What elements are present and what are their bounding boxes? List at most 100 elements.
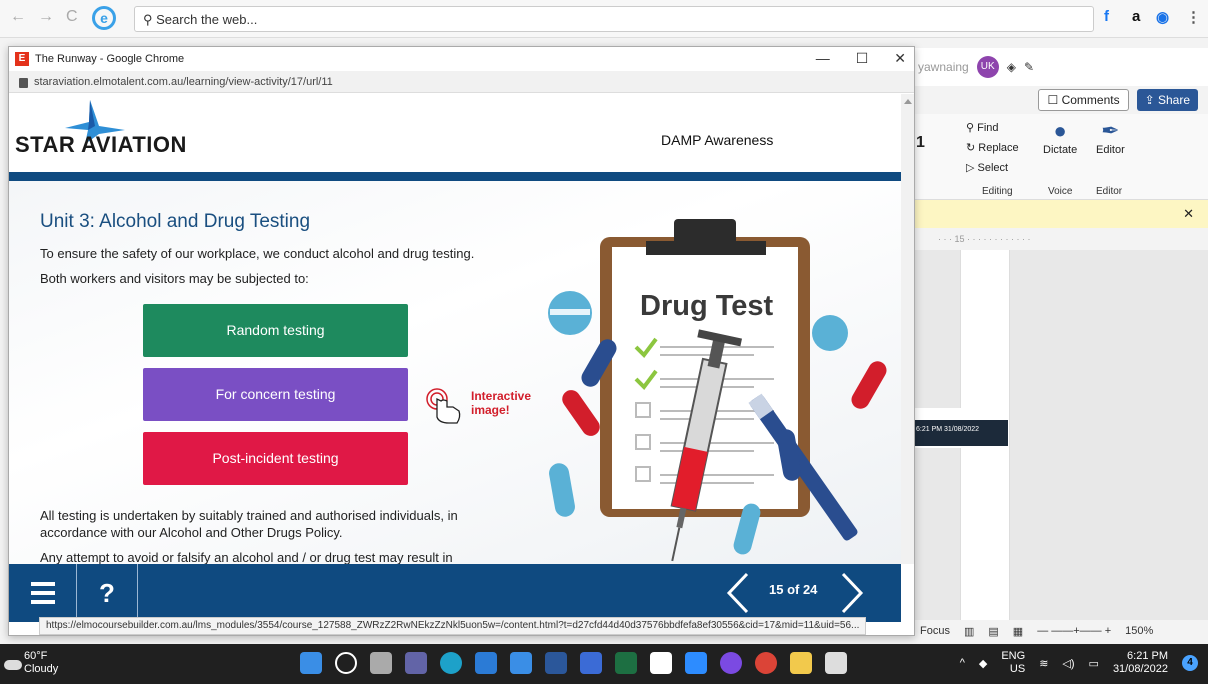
search-placeholder: Search the web...	[156, 12, 258, 27]
drug-test-image[interactable]: Drug Test	[534, 219, 894, 564]
random-testing-button[interactable]: Random testing	[143, 304, 408, 357]
security-icon[interactable]: ◆	[979, 657, 987, 670]
internet-explorer-icon[interactable]: e	[92, 6, 116, 30]
zoom-level[interactable]: 150%	[1125, 625, 1153, 637]
tap-hand-icon	[426, 388, 461, 424]
window-controls: — ☐ ✕	[816, 50, 906, 67]
file-explorer-icon[interactable]	[790, 652, 812, 674]
chrome-titlebar: E The Runway - Google Chrome — ☐ ✕	[9, 47, 914, 71]
excel-icon[interactable]	[615, 652, 637, 674]
username: yawnaing	[918, 60, 969, 74]
hamburger-icon	[30, 582, 55, 586]
url-text: staraviation.elmotalent.com.au/learning/…	[34, 75, 333, 88]
post-incident-testing-button[interactable]: Post-incident testing	[143, 432, 408, 485]
ruler: · · · 15 · · · · · · · · · · · ·	[910, 228, 1208, 250]
chat-icon[interactable]	[405, 652, 427, 674]
body-text-2: Any attempt to avoid or falsify an alcoh…	[40, 550, 453, 564]
print-layout-icon[interactable]: ▤	[988, 625, 998, 638]
address-bar[interactable]: staraviation.elmotalent.com.au/learning/…	[9, 71, 914, 93]
share-button[interactable]: ⇪ Share	[1136, 89, 1198, 111]
forward-icon[interactable]: →	[38, 8, 54, 26]
clock[interactable]: 6:21 PM 31/08/2022	[1113, 650, 1168, 676]
focus-label[interactable]: Focus	[920, 625, 950, 637]
course-header: STAR AVIATION DAMP Awareness	[9, 94, 901, 172]
prev-page-button[interactable]	[725, 572, 751, 614]
select-button[interactable]: ▷ Select	[966, 158, 1019, 178]
nav-buttons: ← → C	[10, 8, 78, 26]
editor-button[interactable]: ✒ Editor	[1096, 118, 1125, 156]
group-editor-label: Editor	[1096, 186, 1123, 197]
chevron-up-icon[interactable]: ^	[960, 657, 965, 669]
search-icon: ⚲	[143, 12, 157, 27]
search-input[interactable]: ⚲ Search the web...	[134, 6, 1094, 32]
intro-text-2: Both workers and visitors may be subject…	[40, 271, 309, 286]
close-icon[interactable]: ✕	[1183, 206, 1194, 222]
help-button[interactable]: ?	[77, 564, 138, 622]
search-icon[interactable]	[335, 652, 357, 674]
date: 31/08/2022	[1112, 663, 1168, 675]
close-icon[interactable]: ✕	[894, 50, 906, 67]
bolt-icon[interactable]	[650, 652, 672, 674]
maximize-icon[interactable]: ☐	[856, 50, 869, 67]
find-button[interactable]: ⚲ Find	[966, 118, 1019, 138]
extension-icon[interactable]: ◉	[1156, 8, 1169, 26]
weather-widget[interactable]: 60°F Cloudy	[24, 650, 58, 676]
unit-title: Unit 3: Alcohol and Drug Testing	[40, 211, 311, 232]
battery-icon[interactable]: ▭	[1089, 657, 1099, 670]
editing-group: ⚲ Find ↻ Replace ▷ Select	[966, 118, 1019, 178]
zoom-icon[interactable]	[685, 652, 707, 674]
body-text-1: All testing is undertaken by suitably tr…	[40, 508, 458, 540]
more-icon[interactable]: ⋮	[1186, 8, 1201, 26]
course-viewport: STAR AVIATION DAMP Awareness Unit 3: Alc…	[9, 94, 901, 564]
group-editing-label: Editing	[982, 186, 1013, 197]
notepad-icon[interactable]	[825, 652, 847, 674]
chrome-icon[interactable]	[755, 652, 777, 674]
weather-condition: Cloudy	[24, 663, 59, 675]
avatar[interactable]: UK	[976, 56, 999, 78]
diamond-icon[interactable]: ◈	[1007, 60, 1016, 74]
task-view-icon[interactable]	[370, 652, 392, 674]
zoom-slider[interactable]: — ——+—— +	[1037, 625, 1111, 637]
store-icon[interactable]	[475, 652, 497, 674]
comments-button[interactable]: ☐ Comments	[1038, 89, 1129, 111]
menu-button[interactable]	[9, 564, 77, 622]
minimize-icon[interactable]: —	[816, 50, 830, 67]
ribbon: 1 ⚲ Find ↻ Replace ▷ Select ● Dictate ✒ …	[910, 114, 1208, 200]
scrollbar[interactable]	[901, 94, 914, 564]
scroll-up-icon[interactable]	[904, 99, 912, 104]
facebook-icon[interactable]: f	[1104, 8, 1109, 25]
taskbar-apps	[300, 652, 847, 674]
word-titlebar: yawnaing UK ◈ ✎	[910, 48, 1208, 86]
system-tray: ^ ◆ ENG US ≋ ◁) ▭ 6:21 PM 31/08/2022 4	[960, 650, 1198, 676]
replace-button[interactable]: ↻ Replace	[966, 138, 1019, 158]
amazon-icon[interactable]: a	[1132, 8, 1140, 25]
chrome-window: E The Runway - Google Chrome — ☐ ✕ stara…	[8, 46, 915, 636]
next-page-button[interactable]	[839, 572, 865, 614]
edge-icon[interactable]	[440, 652, 462, 674]
embedded-taskbar: 6:21 PM 31/08/2022	[910, 420, 1008, 446]
lock-icon[interactable]	[19, 77, 28, 88]
reload-icon[interactable]: C	[66, 8, 78, 26]
header-band	[9, 172, 901, 181]
font-size-fragment: 1	[916, 134, 925, 151]
dictate-button[interactable]: ● Dictate	[1043, 118, 1077, 156]
pen-icon[interactable]: ✎	[1024, 60, 1034, 74]
elmo-favicon-icon: E	[15, 52, 29, 66]
notification-badge[interactable]: 4	[1182, 655, 1198, 671]
microphone-icon: ●	[1053, 118, 1067, 143]
app-icon[interactable]	[720, 652, 742, 674]
concern-testing-button[interactable]: For concern testing	[143, 368, 408, 421]
wifi-icon[interactable]: ≋	[1039, 657, 1048, 670]
back-icon[interactable]: ←	[10, 8, 26, 26]
mail-icon[interactable]	[510, 652, 532, 674]
word-status-bar: Focus ▥ ▤ ▦ — ——+—— + 150%	[910, 620, 1208, 642]
volume-icon[interactable]: ◁)	[1062, 657, 1074, 670]
dropbox-icon[interactable]	[580, 652, 602, 674]
read-mode-icon[interactable]: ▥	[964, 625, 974, 638]
windows-start-icon[interactable]	[300, 652, 322, 674]
word-icon[interactable]	[545, 652, 567, 674]
editor-icon: ✒	[1101, 118, 1120, 143]
language-indicator[interactable]: ENG US	[1001, 650, 1025, 676]
web-layout-icon[interactable]: ▦	[1013, 625, 1023, 638]
background-browser-toolbar: ← → C e ⚲ Search the web... f a ◉ ⋮	[0, 0, 1208, 38]
